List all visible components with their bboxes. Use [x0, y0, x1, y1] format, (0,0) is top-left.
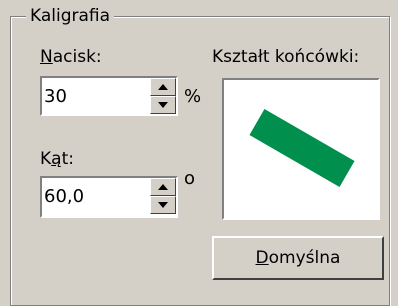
angle-input[interactable]	[44, 182, 134, 210]
angle-increment-button[interactable]	[150, 178, 176, 196]
angle-label-accel: ą	[51, 149, 62, 169]
pressure-unit: %	[184, 86, 202, 107]
pressure-spinbox[interactable]	[40, 76, 178, 116]
pressure-increment-button[interactable]	[150, 78, 176, 96]
pressure-label-accel: N	[40, 47, 53, 67]
tip-shape-label: Kształt końcówki:	[212, 47, 360, 67]
tip-shape-canvas	[249, 109, 355, 187]
tip-shape-preview	[222, 78, 380, 220]
group-title: Kaligrafia	[26, 6, 115, 26]
pressure-label: Nacisk:	[40, 46, 102, 68]
angle-label-pre: K	[40, 149, 52, 169]
default-button-label: omyślna	[268, 248, 341, 268]
arrow-down-icon	[158, 102, 168, 108]
angle-spinbox[interactable]	[40, 176, 178, 218]
arrow-down-icon	[158, 202, 168, 208]
default-button[interactable]: Domyślna	[212, 236, 384, 280]
pressure-input[interactable]	[44, 82, 134, 110]
default-button-accel: D	[255, 248, 269, 268]
arrow-up-icon	[158, 184, 168, 190]
angle-decrement-button[interactable]	[150, 196, 176, 214]
calligraphy-nib-shape	[249, 109, 355, 187]
degree-unit: o	[184, 168, 196, 189]
angle-label-rest: t:	[61, 149, 74, 169]
pressure-label-rest: acisk:	[52, 47, 102, 67]
arrow-up-icon	[158, 84, 168, 90]
pressure-decrement-button[interactable]	[150, 96, 176, 114]
angle-label: Kąt:	[40, 148, 74, 170]
